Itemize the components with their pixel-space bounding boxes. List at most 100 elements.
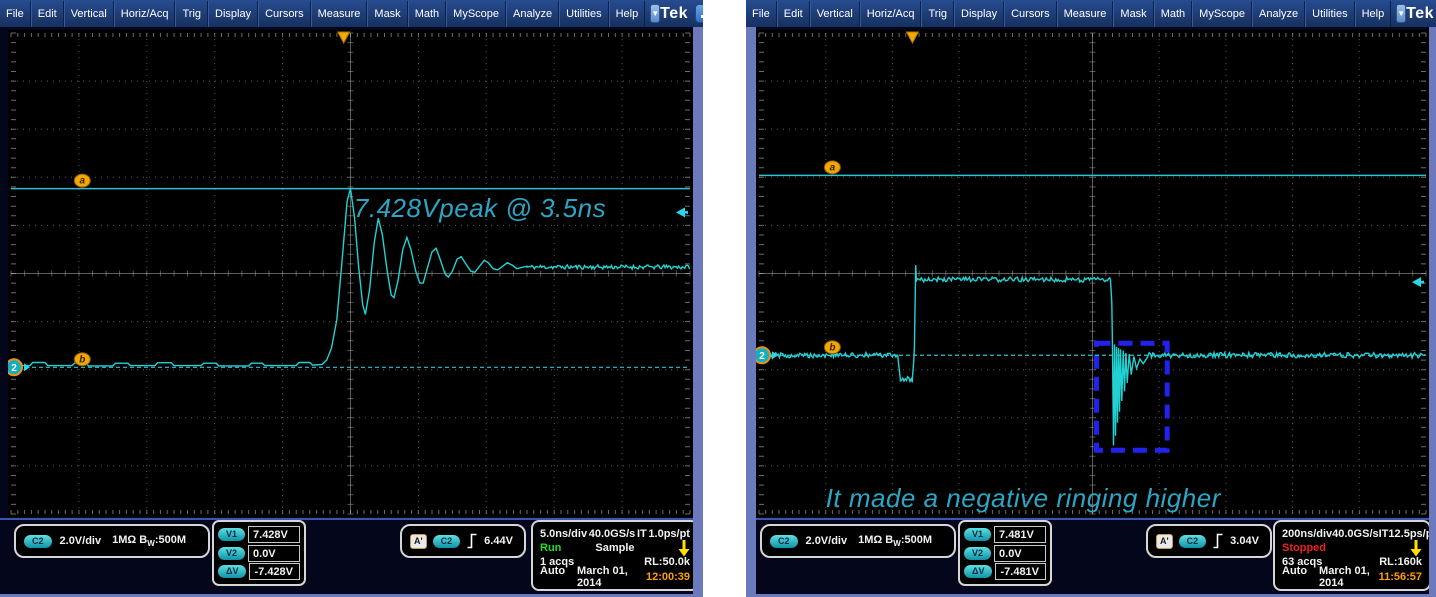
- menu-item-trig[interactable]: Trig: [921, 1, 954, 27]
- cursor-dv-row: ΔV -7.428V: [218, 563, 300, 580]
- trigger-readout[interactable]: A' C2 3.04V: [1146, 524, 1272, 558]
- chevron-down-icon: ▼: [651, 9, 659, 18]
- menu-item-measure[interactable]: Measure: [1057, 1, 1114, 27]
- menu-overflow-button[interactable]: ▼: [1396, 4, 1406, 23]
- date-label: March 01, 2014: [577, 565, 646, 589]
- channel-badge: C2: [770, 535, 798, 548]
- menu-item-mask[interactable]: Mask: [367, 1, 407, 27]
- menu-item-vertical[interactable]: Vertical: [64, 1, 114, 27]
- channel-readout[interactable]: C2 2.0V/div 1MΩ BW:500M: [760, 524, 956, 558]
- channel-2-marker[interactable]: 2: [8, 359, 30, 375]
- menu-item-math[interactable]: Math: [408, 1, 446, 27]
- window-controls: Tek X: [660, 4, 703, 23]
- date-row: Auto March 01, 2014 12:00:39: [540, 569, 690, 584]
- scope-window-left: FileEditVerticalHoriz/AcqTrigDisplayCurs…: [0, 0, 703, 597]
- menu-item-file[interactable]: File: [746, 1, 777, 27]
- bandwidth-label: BW:500M: [885, 534, 932, 546]
- trigger-level-arrow[interactable]: [1412, 277, 1421, 287]
- trigger-source-badge: C2: [1179, 535, 1207, 548]
- menu-item-cursors[interactable]: Cursors: [258, 1, 311, 27]
- trigger-level-value: 6.44V: [484, 535, 513, 547]
- v1-value: 7.428V: [248, 526, 300, 543]
- svg-text:2: 2: [759, 351, 765, 362]
- menu-bar: FileEditVerticalHoriz/AcqTrigDisplayCurs…: [0, 0, 703, 27]
- cursor-readout: V1 7.428V V2 0.0V ΔV -7.428V: [212, 520, 306, 586]
- trigger-mode-label: Auto: [540, 565, 565, 589]
- waveform-plot: ab2: [8, 30, 693, 517]
- channel-impedance-bandwidth: 1MΩ BW:500M: [112, 534, 186, 548]
- trigger-source-badge: C2: [433, 535, 461, 548]
- menu-item-display[interactable]: Display: [208, 1, 258, 27]
- cursor-v1-row: V1 7.428V: [218, 526, 300, 543]
- menu-item-horiz-acq[interactable]: Horiz/Acq: [860, 1, 922, 27]
- window-side-border: [693, 27, 703, 597]
- menu-item-math[interactable]: Math: [1154, 1, 1192, 27]
- v1-badge: V1: [964, 528, 991, 541]
- svg-text:2: 2: [11, 363, 17, 374]
- v2-badge: V2: [964, 547, 991, 560]
- menu-item-cursors[interactable]: Cursors: [1004, 1, 1057, 27]
- menu-item-trig[interactable]: Trig: [175, 1, 208, 27]
- rising-edge-icon: [1212, 533, 1224, 549]
- menu-item-myscope[interactable]: MyScope: [1192, 1, 1252, 27]
- menu: FileEditVerticalHoriz/AcqTrigDisplayCurs…: [746, 0, 1391, 27]
- channel-readout[interactable]: C2 2.0V/div 1MΩ BW:500M: [14, 524, 210, 558]
- menu-item-help[interactable]: Help: [609, 1, 646, 27]
- minimize-button[interactable]: [695, 4, 703, 23]
- cursor-a-label: a: [74, 174, 90, 187]
- svg-text:a: a: [830, 162, 836, 173]
- menu-item-help[interactable]: Help: [1355, 1, 1392, 27]
- menu-item-analyze[interactable]: Analyze: [506, 1, 559, 27]
- menu-item-mask[interactable]: Mask: [1113, 1, 1153, 27]
- waveform-annotation: 7.428Vpeak @ 3.5ns: [354, 193, 606, 224]
- date-row: Auto March 01, 2014 11:56:57: [1282, 569, 1422, 584]
- menu-item-utilities[interactable]: Utilities: [1305, 1, 1354, 27]
- trigger-a-badge: A': [1156, 534, 1173, 549]
- cursor-readout: V1 7.481V V2 0.0V ΔV -7.481V: [958, 520, 1052, 586]
- rising-edge-icon: [466, 533, 478, 549]
- cursor-v1-row: V1 7.481V: [964, 526, 1046, 543]
- trigger-position-marker[interactable]: [906, 32, 918, 43]
- minimize-icon: [701, 15, 703, 18]
- sample-mode: Sample: [540, 542, 690, 554]
- channel-2-marker[interactable]: 2: [756, 347, 778, 363]
- menu-item-display[interactable]: Display: [954, 1, 1004, 27]
- status-row: Stopped: [1282, 541, 1422, 556]
- cursor-b-label: b: [824, 341, 840, 354]
- menu-item-vertical[interactable]: Vertical: [810, 1, 860, 27]
- menu-item-horiz-acq[interactable]: Horiz/Acq: [114, 1, 176, 27]
- time-label: 12:00:39: [646, 571, 690, 583]
- interpolation-mode: IT: [637, 528, 647, 540]
- menu-item-measure[interactable]: Measure: [311, 1, 368, 27]
- tek-logo: Tek: [660, 5, 688, 23]
- timebase-row: 200ns/div 40.0GS/s IT 12.5ps/pt: [1282, 527, 1422, 541]
- dv-value: -7.481V: [995, 563, 1046, 580]
- menu-item-edit[interactable]: Edit: [31, 1, 64, 27]
- window-side-border: [1429, 27, 1436, 597]
- menu-item-utilities[interactable]: Utilities: [559, 1, 608, 27]
- menu-item-file[interactable]: File: [0, 1, 31, 27]
- v1-value: 7.481V: [994, 526, 1046, 543]
- menu-item-myscope[interactable]: MyScope: [446, 1, 506, 27]
- ringing-highlight-box: [1097, 343, 1168, 450]
- timebase-row: 5.0ns/div 40.0GS/s IT 1.0ps/pt: [540, 527, 690, 541]
- trigger-level-arrow[interactable]: [676, 207, 685, 217]
- channel-scale: 2.0V/div: [806, 535, 848, 547]
- status-row: Run Sample: [540, 541, 690, 556]
- trigger-a-badge: A': [410, 534, 427, 549]
- acquisition-readout: 200ns/div 40.0GS/s IT 12.5ps/pt Stopped …: [1273, 520, 1431, 591]
- cursor-a-label: a: [824, 161, 840, 174]
- menu-item-analyze[interactable]: Analyze: [1252, 1, 1305, 27]
- graticule-grid: [11, 33, 690, 514]
- tek-logo: Tek: [1406, 5, 1434, 23]
- menu-bar: FileEditVerticalHoriz/AcqTrigDisplayCurs…: [746, 0, 1436, 27]
- trigger-mode-label: Auto: [1282, 565, 1307, 589]
- svg-text:a: a: [80, 176, 86, 187]
- cursor-v2-row: V2 0.0V: [964, 545, 1046, 562]
- trigger-readout[interactable]: A' C2 6.44V: [400, 524, 526, 558]
- trigger-position-marker[interactable]: [338, 32, 350, 43]
- menu-overflow-button[interactable]: ▼: [650, 4, 660, 23]
- menu-item-edit[interactable]: Edit: [777, 1, 810, 27]
- v2-value: 0.0V: [994, 545, 1046, 562]
- graticule: ab2 It made a negative ringing higher: [756, 30, 1429, 517]
